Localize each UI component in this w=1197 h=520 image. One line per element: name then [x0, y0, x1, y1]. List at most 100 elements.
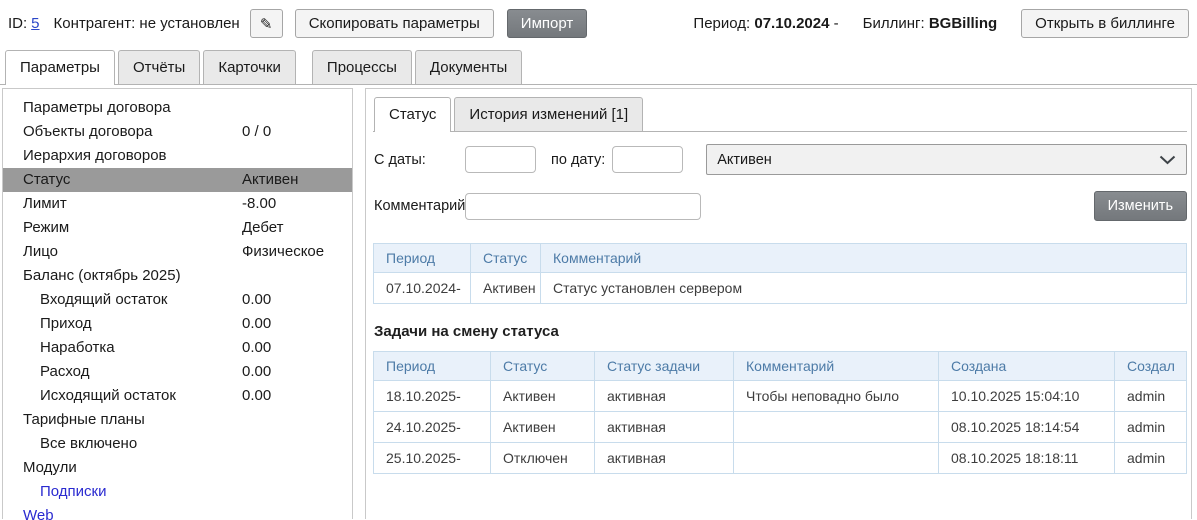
sidebar-item-outgoing-balance[interactable]: Исходящий остаток0.00: [3, 384, 352, 408]
status-form: С даты: по дату: Активен Комментарий: Из…: [373, 132, 1187, 241]
table-row[interactable]: 24.10.2025- Активен активная 08.10.2025 …: [374, 412, 1187, 443]
cell-status: Активен: [491, 412, 595, 443]
col-created-by: Создал: [1115, 352, 1187, 381]
sidebar-item-value: Физическое: [242, 240, 324, 264]
cell-created-by: admin: [1115, 443, 1187, 474]
tab-processes[interactable]: Процессы: [312, 50, 412, 84]
sidebar-item-label: Наработка: [40, 339, 115, 356]
sidebar-item-label: Объекты договора: [23, 123, 152, 140]
cell-created-by: admin: [1115, 412, 1187, 443]
import-button[interactable]: Импорт: [507, 9, 587, 38]
content-area: Параметры договора Объекты договора0 / 0…: [0, 85, 1197, 519]
sidebar-item-status[interactable]: Статус Активен: [3, 168, 352, 192]
cell-status: Отключен: [491, 443, 595, 474]
col-period: Период: [374, 352, 491, 381]
cell-created-at: 08.10.2025 18:14:54: [939, 412, 1115, 443]
sidebar-item-incoming-balance[interactable]: Входящий остаток 0.00: [3, 288, 352, 312]
from-date-input[interactable]: [465, 146, 536, 173]
col-status: Статус: [491, 352, 595, 381]
cell-comment: Статус установлен сервером: [541, 273, 1187, 304]
toolbar-right: Период: 07.10.2024 - Биллинг: BGBilling …: [693, 9, 1189, 38]
main-tab-bar: Параметры Отчёты Карточки Процессы Докум…: [0, 47, 1197, 85]
sidebar-item-label: Статус: [23, 171, 70, 188]
status-select[interactable]: Активен: [706, 144, 1187, 175]
sidebar-item-contract-params[interactable]: Параметры договора: [3, 96, 352, 120]
sidebar-item-mode[interactable]: Режим Дебет: [3, 216, 352, 240]
sidebar-item-balance[interactable]: Баланс (октябрь 2025): [3, 264, 352, 288]
sidebar-item-label: Режим: [23, 219, 69, 236]
to-date-input[interactable]: [612, 146, 683, 173]
copy-params-button[interactable]: Скопировать параметры: [295, 9, 494, 38]
open-in-billing-button[interactable]: Открыть в биллинге: [1021, 9, 1189, 38]
billing-value: BGBilling: [929, 15, 997, 32]
sidebar-item-label: Исходящий остаток: [40, 387, 176, 404]
billing-label: Биллинг:: [863, 15, 925, 32]
status-panel: Статус История изменений [1] С даты: по …: [365, 88, 1192, 519]
tab-change-history[interactable]: История изменений [1]: [454, 97, 643, 131]
sidebar-item-tariff-plans[interactable]: Тарифные планы: [3, 408, 352, 432]
sidebar-item-value: Дебет: [242, 216, 283, 240]
sidebar-item-modules[interactable]: Модули: [3, 456, 352, 480]
tasks-section-heading: Задачи на смену статуса: [374, 323, 1187, 340]
change-status-button[interactable]: Изменить: [1094, 191, 1187, 221]
sidebar-item-value: 0.00: [242, 312, 271, 336]
sidebar-item-label: Расход: [40, 363, 89, 380]
sidebar-item-label: Подписки: [40, 483, 107, 500]
cell-period: 07.10.2024-: [374, 273, 471, 304]
sidebar-item-limit[interactable]: Лимит-8.00: [3, 192, 352, 216]
sidebar-item-contract-hierarchy[interactable]: Иерархия договоров: [3, 144, 352, 168]
edit-contractor-button[interactable]: ✎: [250, 9, 283, 38]
from-date-label: С даты:: [374, 152, 465, 168]
table-row[interactable]: 18.10.2025- Активен активная Чтобы непов…: [374, 381, 1187, 412]
period-info: Период: 07.10.2024 -: [693, 15, 838, 32]
chevron-down-icon: [1159, 155, 1176, 165]
app-window: ID: 5 Контрагент: не установлен ✎ Скопир…: [0, 0, 1197, 520]
tab-documents[interactable]: Документы: [415, 50, 522, 84]
table-row[interactable]: 07.10.2024- Активен Статус установлен се…: [374, 273, 1187, 304]
table-header-row: Период Статус Статус задачи Комментарий …: [374, 352, 1187, 381]
to-date-label: по дату:: [551, 152, 605, 168]
table-row[interactable]: 25.10.2025- Отключен активная 08.10.2025…: [374, 443, 1187, 474]
status-select-value: Активен: [717, 152, 772, 168]
sidebar-item-value: -8.00: [242, 192, 276, 216]
pencil-icon: ✎: [260, 15, 273, 33]
comment-input[interactable]: [465, 193, 701, 220]
period-label: Период:: [693, 15, 750, 32]
cell-created-at: 10.10.2025 15:04:10: [939, 381, 1115, 412]
sidebar-item-expense[interactable]: Расход0.00: [3, 360, 352, 384]
col-status: Статус: [471, 244, 541, 273]
sidebar-item-web[interactable]: Web: [3, 504, 352, 520]
sidebar-item-contract-objects[interactable]: Объекты договора0 / 0: [3, 120, 352, 144]
tab-parameters[interactable]: Параметры: [5, 50, 115, 85]
cell-period: 25.10.2025-: [374, 443, 491, 474]
table-header-row: Период Статус Комментарий: [374, 244, 1187, 273]
tab-reports[interactable]: Отчёты: [118, 50, 200, 84]
tab-status[interactable]: Статус: [374, 97, 451, 132]
cell-created-by: admin: [1115, 381, 1187, 412]
cell-task-status: активная: [595, 381, 734, 412]
tab-cards[interactable]: Карточки: [203, 50, 296, 84]
sidebar-item-all-inclusive[interactable]: Все включено: [3, 432, 352, 456]
cell-task-status: активная: [595, 443, 734, 474]
cell-comment: Чтобы неповадно было: [734, 381, 939, 412]
sidebar-item-label: Модули: [23, 459, 77, 476]
sidebar-item-label: Входящий остаток: [40, 291, 168, 308]
col-comment: Комментарий: [734, 352, 939, 381]
sidebar-item-value: Активен: [242, 168, 298, 192]
sidebar-item-value: 0.00: [242, 288, 271, 312]
sidebar-item-label: Лицо: [23, 243, 58, 260]
contract-id-link[interactable]: 5: [31, 15, 39, 32]
sidebar-item-label: Все включено: [40, 435, 137, 452]
sidebar-item-subscriptions[interactable]: Подписки: [3, 480, 352, 504]
cell-comment: [734, 412, 939, 443]
cell-status: Активен: [491, 381, 595, 412]
cell-status: Активен: [471, 273, 541, 304]
sidebar-item-usage[interactable]: Наработка0.00: [3, 336, 352, 360]
sidebar-item-income[interactable]: Приход0.00: [3, 312, 352, 336]
cell-comment: [734, 443, 939, 474]
sidebar-item-label: Web: [23, 507, 54, 520]
period-value: 07.10.2024: [754, 15, 829, 32]
sidebar-item-label: Баланс (октябрь 2025): [23, 267, 181, 284]
id-label: ID:: [8, 15, 27, 32]
sidebar-item-person[interactable]: Лицо Физическое: [3, 240, 352, 264]
